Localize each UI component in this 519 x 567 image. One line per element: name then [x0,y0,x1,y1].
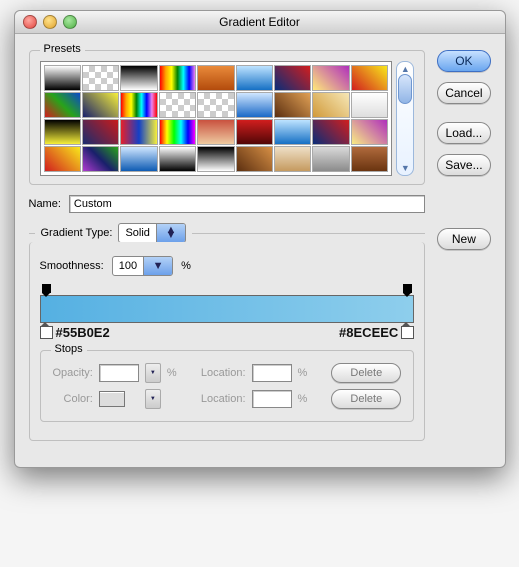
preset-swatch[interactable] [274,92,311,118]
minimize-icon[interactable] [43,15,57,29]
gradient-type-dropdown[interactable]: Solid ▲▼ [118,223,185,243]
location-unit-2: % [298,393,308,405]
color-label: Color: [53,393,93,405]
color-well [99,391,125,407]
presets-scrollbar[interactable]: ▲ ▼ [396,61,414,176]
delete-color-stop-button: Delete [331,389,401,409]
presets-label: Presets [40,43,85,55]
chevron-down-icon: ▼ [145,363,161,383]
smoothness-unit: % [181,260,191,272]
preset-swatch[interactable] [351,119,388,145]
dialog-buttons: OK Cancel Load... Save... New [437,44,490,451]
scroll-thumb[interactable] [398,74,412,104]
presets-fieldset: Presets ▲ ▼ [29,50,426,185]
preset-swatch[interactable] [44,65,81,91]
opacity-stop-left[interactable] [42,284,51,293]
load-button[interactable]: Load... [437,122,490,144]
preset-swatch[interactable] [197,119,234,145]
preset-swatch[interactable] [274,65,311,91]
save-button[interactable]: Save... [437,154,490,176]
scroll-up-icon[interactable]: ▲ [401,64,410,74]
zoom-icon[interactable] [63,15,77,29]
preset-swatch[interactable] [197,92,234,118]
preset-swatch[interactable] [197,146,234,172]
preset-swatch[interactable] [197,65,234,91]
preset-swatch[interactable] [236,146,273,172]
smoothness-label: Smoothness: [40,260,104,272]
preset-swatch[interactable] [236,92,273,118]
opacity-stop-right[interactable] [403,284,412,293]
preset-swatch[interactable] [82,92,119,118]
titlebar[interactable]: Gradient Editor [15,11,505,34]
preset-swatch[interactable] [236,65,273,91]
preset-swatch[interactable] [82,65,119,91]
scroll-down-icon[interactable]: ▼ [401,163,410,173]
window-controls [23,15,77,29]
preset-swatch[interactable] [312,92,349,118]
preset-swatch[interactable] [312,119,349,145]
preset-swatch[interactable] [44,92,81,118]
color-location-input [252,390,292,408]
preset-swatch[interactable] [159,119,196,145]
preset-swatch[interactable] [274,146,311,172]
close-icon[interactable] [23,15,37,29]
preset-swatch[interactable] [159,146,196,172]
preset-swatch[interactable] [351,92,388,118]
ok-button[interactable]: OK [437,50,490,72]
location-label-1: Location: [201,367,246,379]
presets-grid [40,61,393,176]
gradient-bar[interactable] [40,295,415,323]
preset-swatch[interactable] [44,146,81,172]
location-label-2: Location: [201,393,246,405]
preset-swatch[interactable] [82,119,119,145]
color-stop-left[interactable] [40,326,53,339]
preset-swatch[interactable] [351,146,388,172]
opacity-stops-track[interactable] [40,284,415,293]
gradient-editor-window: Gradient Editor Presets ▲ ▼ [14,10,506,468]
preset-swatch[interactable] [236,119,273,145]
left-hex: #55B0E2 [56,325,110,340]
preset-swatch[interactable] [351,65,388,91]
smoothness-input[interactable]: 100 ▼ [112,256,173,276]
window-title: Gradient Editor [15,15,505,29]
name-label: Name: [29,198,61,210]
preset-swatch[interactable] [159,92,196,118]
preset-swatch[interactable] [312,146,349,172]
delete-opacity-stop-button: Delete [331,363,401,383]
color-stop-right[interactable] [401,326,414,339]
opacity-location-input [252,364,292,382]
stops-fieldset: Stops Opacity: ▼ % Location: % Delete Co… [40,350,415,422]
new-button[interactable]: New [437,228,490,250]
location-unit-1: % [298,367,308,379]
preset-swatch[interactable] [120,92,157,118]
preset-swatch[interactable] [159,65,196,91]
preset-swatch[interactable] [120,65,157,91]
preset-swatch[interactable] [44,119,81,145]
chevron-down-icon: ▼ [143,257,172,275]
preset-swatch[interactable] [82,146,119,172]
preset-swatch[interactable] [120,146,157,172]
gradient-spec-panel: Smoothness: 100 ▼ % #55B0E2 #8ECEEC [29,242,426,441]
cancel-button[interactable]: Cancel [437,82,490,104]
opacity-label: Opacity: [53,367,93,379]
right-hex: #8ECEEC [339,325,398,340]
chevron-updown-icon: ▲▼ [156,224,185,242]
stops-label: Stops [51,343,87,355]
chevron-down-icon: ▼ [145,389,161,409]
preset-swatch[interactable] [312,65,349,91]
gradient-type-label: Gradient Type: [41,227,113,239]
name-input[interactable] [69,195,425,213]
smoothness-value: 100 [113,260,143,272]
preset-swatch[interactable] [274,119,311,145]
opacity-input [99,364,139,382]
opacity-unit: % [167,367,195,379]
gradient-type-value: Solid [119,227,155,239]
preset-swatch[interactable] [120,119,157,145]
